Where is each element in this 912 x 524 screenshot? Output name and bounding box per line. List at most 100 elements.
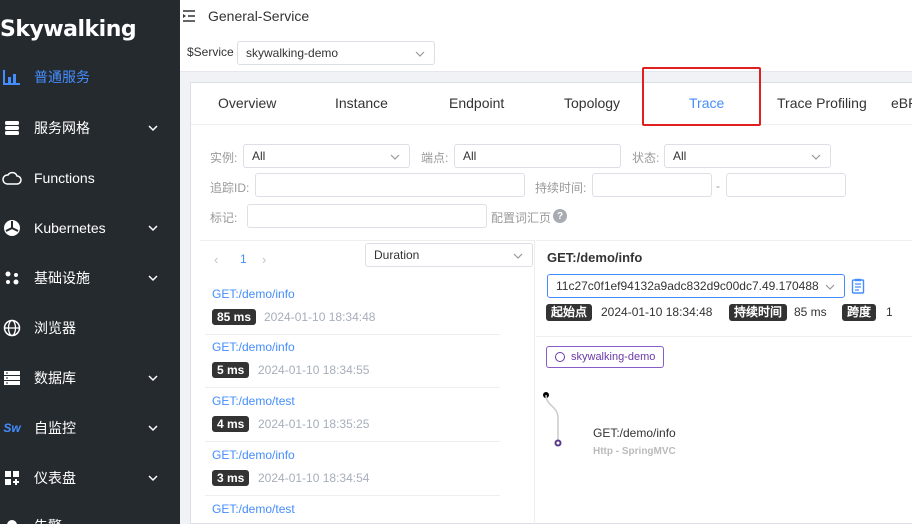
duration-max-input[interactable]: [726, 173, 846, 197]
prev-page-icon[interactable]: ‹: [214, 252, 218, 267]
next-page-icon[interactable]: ›: [262, 252, 266, 267]
trace-time: 2024-01-10 18:34:54: [258, 471, 370, 485]
endpoint-input[interactable]: All: [454, 144, 621, 168]
tags-label: 标记:: [210, 211, 238, 225]
sidebar-item-label: 基础设施: [34, 270, 90, 286]
sidebar-item-service-mesh[interactable]: 服务网格: [0, 108, 180, 148]
tab-trace-profiling[interactable]: Trace Profiling: [777, 95, 867, 111]
trace-id-select[interactable]: 11c27c0f1ef94132a9adc832d9c00dc7.49.1704…: [547, 274, 845, 298]
tab-instance[interactable]: Instance: [335, 95, 388, 111]
trace-list-item[interactable]: GET:/demo/info 85 ms 2024-01-10 18:34:48: [205, 281, 500, 335]
trace-list-item[interactable]: GET:/demo/info 3 ms 2024-01-10 18:34:54: [205, 442, 500, 496]
tab-endpoint[interactable]: Endpoint: [449, 95, 504, 111]
sidebar-item-database[interactable]: 数据库: [0, 358, 180, 398]
sidebar-item-browser[interactable]: 浏览器: [0, 308, 180, 348]
sidebar-item-self-observability[interactable]: Sw 自监控: [0, 408, 180, 448]
cloud-icon: [2, 168, 22, 188]
trace-duration-badge: 3 ms: [212, 470, 250, 486]
duration-label: 持续时间:: [535, 181, 587, 195]
span-count-tag: 跨度: [842, 304, 877, 321]
pagination: ‹ 1 ›: [207, 248, 280, 272]
trace-endpoint: GET:/demo/info: [212, 287, 295, 301]
span-tree-line: [543, 392, 562, 447]
page-number[interactable]: 1: [240, 252, 247, 266]
span-name[interactable]: GET:/demo/info: [593, 426, 676, 440]
page-title: General-Service: [208, 8, 310, 24]
span-component: Http - SpringMVC: [593, 446, 676, 457]
duration-min-input[interactable]: [592, 173, 712, 197]
span-count-value: 1: [886, 305, 893, 319]
copy-icon[interactable]: [851, 278, 865, 294]
help-icon[interactable]: ?: [553, 209, 567, 223]
sort-select-value: Duration: [374, 248, 420, 262]
sidebar-item-label: 数据库: [34, 370, 76, 386]
logo-text: Skywalking: [0, 16, 137, 42]
dashboard-icon: [2, 468, 22, 488]
top-header: General-Service $Service skywalking-demo: [180, 0, 912, 72]
sidebar-item-alarm[interactable]: 告警: [0, 506, 180, 524]
chevron-down-icon: [513, 253, 523, 259]
menu-fold-icon[interactable]: [182, 9, 196, 23]
chevron-down-icon: [148, 475, 158, 482]
kubernetes-icon: [2, 218, 22, 238]
trace-endpoint: GET:/demo/info: [212, 448, 295, 462]
chevron-down-icon: [824, 281, 836, 293]
chart-icon: [2, 67, 22, 87]
sidebar: Skywalking 普通服务 服务网格 Functions Kubernete…: [0, 0, 180, 524]
trace-id-select-value: 11c27c0f1ef94132a9adc832d9c00dc7.49.1704…: [556, 279, 819, 293]
start-time-value: 2024-01-10 18:34:48: [601, 305, 713, 319]
trace-list-item[interactable]: GET:/demo/test 4 ms 2024-01-10 18:35:25: [205, 388, 500, 442]
status-select[interactable]: All: [664, 144, 831, 168]
trace-duration-badge: 4 ms: [212, 416, 250, 432]
sidebar-item-label: 仪表盘: [34, 470, 76, 486]
sidebar-item-label: Functions: [34, 170, 95, 186]
instance-label: 实例:: [210, 151, 238, 165]
chevron-down-icon: [390, 154, 400, 160]
tab-ebpf[interactable]: eBPF: [891, 95, 912, 111]
service-tag: skywalking-demo: [546, 346, 665, 368]
trace-endpoint: GET:/demo/info: [212, 340, 295, 354]
trace-endpoint: GET:/demo/test: [212, 502, 295, 516]
trace-id-input[interactable]: [255, 173, 525, 197]
duration-value: 85 ms: [794, 305, 827, 319]
chevron-down-icon: [148, 375, 158, 382]
status-label: 状态:: [632, 151, 660, 165]
sidebar-item-kubernetes[interactable]: Kubernetes: [0, 208, 180, 248]
tab-bar: Overview Instance Endpoint Topology Trac…: [191, 83, 912, 125]
service-dot-icon: [555, 352, 565, 362]
chevron-down-icon: [811, 154, 821, 160]
tab-topology[interactable]: Topology: [564, 95, 620, 111]
trace-detail: GET:/demo/info 11c27c0f1ef94132a9adc832d…: [536, 240, 912, 524]
service-select[interactable]: skywalking-demo: [237, 41, 435, 65]
tags-input[interactable]: [247, 204, 487, 228]
status-select-value: All: [673, 149, 687, 163]
trace-list: ‹ 1 › Duration GET:/demo/info 85 ms 2024…: [200, 240, 535, 524]
duration-tag: 持续时间: [729, 304, 788, 321]
sidebar-item-label: Kubernetes: [34, 220, 106, 236]
instance-select[interactable]: All: [243, 144, 410, 168]
chevron-down-icon: [415, 51, 425, 57]
sidebar-item-infrastructure[interactable]: 基础设施: [0, 258, 180, 298]
sidebar-item-general-service[interactable]: 普通服务: [0, 57, 180, 97]
duration-separator: -: [716, 179, 720, 193]
mesh-icon: [2, 118, 22, 138]
config-vocabulary-link[interactable]: 配置词汇页: [491, 209, 551, 226]
trace-duration-badge: 5 ms: [212, 362, 250, 378]
globe-icon: [2, 318, 22, 338]
chevron-down-icon: [148, 125, 158, 132]
sidebar-item-functions[interactable]: Functions: [0, 158, 180, 198]
sort-select[interactable]: Duration: [365, 243, 533, 267]
endpoint-label: 端点:: [421, 151, 449, 165]
sidebar-item-label: 告警: [34, 516, 62, 524]
trace-list-item[interactable]: GET:/demo/test: [205, 496, 500, 524]
trace-list-item[interactable]: GET:/demo/info 5 ms 2024-01-10 18:34:55: [205, 334, 500, 388]
sw-icon: Sw: [3, 421, 21, 435]
chevron-down-icon: [148, 425, 158, 432]
tab-overview[interactable]: Overview: [218, 95, 276, 111]
logo[interactable]: Skywalking: [0, 12, 137, 46]
trace-id-label: 追踪ID:: [210, 181, 250, 195]
trace-time: 2024-01-10 18:34:55: [258, 363, 370, 377]
trace-time: 2024-01-10 18:35:25: [258, 417, 370, 431]
sidebar-item-dashboard[interactable]: 仪表盘: [0, 458, 180, 498]
infra-icon: [2, 268, 22, 288]
